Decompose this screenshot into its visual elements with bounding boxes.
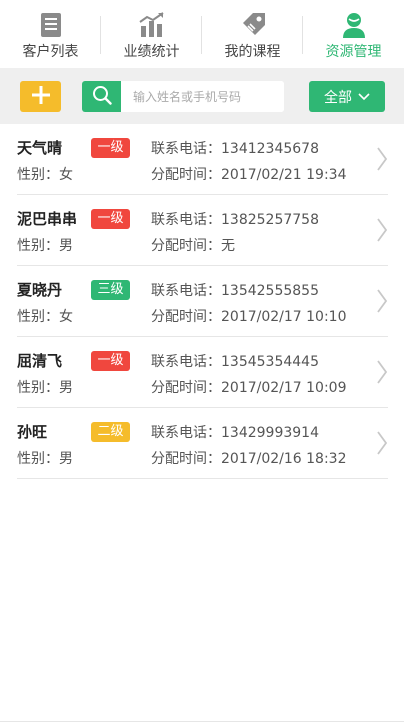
customer-phone: 联系电话：13545354445 (151, 354, 319, 370)
level-badge: 一级 (91, 209, 130, 229)
user-profile-icon (340, 11, 368, 39)
assigned-time: 分配时间：2017/02/16 18:32 (151, 451, 347, 467)
chevron-right-icon (377, 431, 388, 455)
document-list-icon (37, 11, 65, 39)
level-badge: 三级 (91, 280, 130, 300)
chevron-right-icon (377, 218, 388, 242)
customer-phone: 联系电话：13825257758 (151, 212, 319, 228)
assigned-time: 分配时间：2017/02/21 19:34 (151, 167, 347, 183)
assigned-time: 分配时间：2017/02/17 10:10 (151, 309, 347, 325)
customer-name: 孙旺 (17, 423, 48, 441)
customer-list: 天气晴 性别：女 一级 联系电话：13412345678 分配时间：2017/0… (17, 124, 388, 479)
customer-name: 天气晴 (17, 139, 63, 157)
level-badge: 一级 (91, 351, 130, 371)
chevron-right-icon (377, 147, 388, 171)
list-item[interactable]: 天气晴 性别：女 一级 联系电话：13412345678 分配时间：2017/0… (17, 124, 388, 195)
customer-phone: 联系电话：13412345678 (151, 141, 319, 157)
customer-gender: 性别：男 (17, 380, 73, 396)
tab-performance-stats[interactable]: 业绩统计 (101, 0, 202, 68)
customer-gender: 性别：女 (17, 167, 73, 183)
level-badge: 二级 (91, 422, 130, 442)
tab-label: 客户列表 (22, 44, 79, 60)
search-input[interactable] (121, 81, 284, 112)
level-badge: 一级 (91, 138, 130, 158)
assigned-time: 分配时间：无 (151, 238, 235, 254)
tab-label: 业绩统计 (123, 44, 180, 60)
customer-gender: 性别：女 (17, 309, 73, 325)
tab-label: 我的课程 (224, 44, 281, 60)
filter-label: 全部 (324, 89, 352, 106)
list-item[interactable]: 泥巴串串 性别：男 一级 联系电话：13825257758 分配时间：无 (17, 195, 388, 266)
chevron-right-icon (377, 289, 388, 313)
tag-icon (239, 11, 267, 39)
tab-resource-management[interactable]: 资源管理 (303, 0, 404, 68)
chevron-right-icon (377, 360, 388, 384)
customer-phone: 联系电话：13542555855 (151, 283, 319, 299)
chevron-down-icon (358, 89, 370, 105)
customer-gender: 性别：男 (17, 451, 73, 467)
list-item[interactable]: 屈清飞 性别：男 一级 联系电话：13545354445 分配时间：2017/0… (17, 337, 388, 408)
search-box (82, 81, 284, 112)
list-item[interactable]: 孙旺 性别：男 二级 联系电话：13429993914 分配时间：2017/02… (17, 408, 388, 479)
customer-gender: 性别：男 (17, 238, 73, 254)
customer-name: 泥巴串串 (17, 210, 78, 228)
filter-dropdown[interactable]: 全部 (309, 81, 385, 112)
bottom-divider (0, 721, 404, 722)
add-customer-button[interactable] (20, 81, 61, 112)
bar-chart-icon (138, 11, 166, 39)
tab-label: 资源管理 (325, 44, 382, 60)
customer-name: 屈清飞 (17, 352, 63, 370)
tab-customer-list[interactable]: 客户列表 (0, 0, 101, 68)
customer-name: 夏晓丹 (17, 281, 63, 299)
customer-phone: 联系电话：13429993914 (151, 425, 319, 441)
top-nav: 客户列表 业绩统计 我的课程 资源管理 (0, 0, 404, 68)
list-item[interactable]: 夏晓丹 性别：女 三级 联系电话：13542555855 分配时间：2017/0… (17, 266, 388, 337)
tab-my-courses[interactable]: 我的课程 (202, 0, 303, 68)
assigned-time: 分配时间：2017/02/17 10:09 (151, 380, 347, 396)
search-button[interactable] (82, 81, 121, 112)
plus-icon (31, 85, 50, 108)
search-icon (92, 85, 112, 109)
toolbar: 全部 (0, 68, 404, 124)
